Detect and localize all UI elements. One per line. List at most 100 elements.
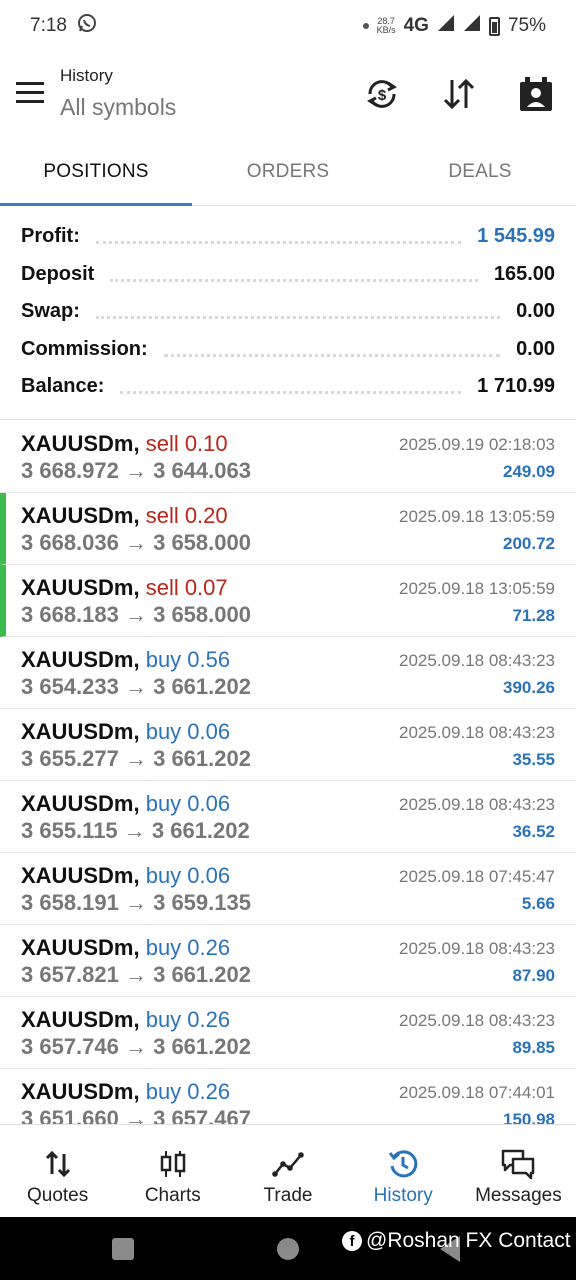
deal-prices: 3 668.183 → 3 658.000 bbox=[21, 602, 251, 627]
list-item[interactable]: XAUUSDm, buy 0.26 3 657.821 → 3 661.202 … bbox=[0, 925, 576, 997]
deal-side: sell 0.20 bbox=[145, 503, 228, 528]
signal-icon-2 bbox=[463, 14, 481, 38]
list-item[interactable]: XAUUSDm, buy 0.26 3 657.746 → 3 661.202 … bbox=[0, 997, 576, 1069]
deal-profit: 249.09 bbox=[503, 462, 555, 481]
home-button[interactable] bbox=[277, 1238, 299, 1260]
whatsapp-icon bbox=[77, 13, 97, 39]
status-bar: 7:18 28.7 KB/s 4G 75% bbox=[0, 0, 576, 52]
nav-messages[interactable]: Messages bbox=[461, 1125, 576, 1217]
tab-bar: POSITIONS ORDERS DEALS bbox=[0, 140, 576, 206]
calendar-person-icon[interactable] bbox=[516, 74, 556, 114]
deal-side: buy 0.06 bbox=[145, 791, 231, 816]
battery-icon bbox=[488, 16, 500, 36]
deal-time: 2025.09.18 07:44:01 bbox=[399, 1083, 555, 1102]
list-item[interactable]: XAUUSDm, buy 0.06 3 655.115 → 3 661.202 … bbox=[0, 781, 576, 853]
deal-time: 2025.09.18 08:43:23 bbox=[399, 651, 555, 670]
trade-icon bbox=[272, 1147, 304, 1181]
deal-prices: 3 658.191 → 3 659.135 bbox=[21, 890, 251, 915]
list-item[interactable]: XAUUSDm, sell 0.10 3 668.972 → 3 644.063… bbox=[0, 421, 576, 493]
list-item[interactable]: XAUUSDm, buy 0.26 3 651.660 → 3 657.467 … bbox=[0, 1069, 576, 1124]
deal-side: buy 0.26 bbox=[145, 935, 231, 960]
bottom-nav: Quotes Charts Trade History Messages bbox=[0, 1124, 576, 1217]
speed-unit: KB/s bbox=[376, 25, 396, 35]
summary-value: 1 545.99 bbox=[477, 225, 555, 248]
deal-side: buy 0.56 bbox=[145, 647, 231, 672]
nav-quotes[interactable]: Quotes bbox=[0, 1125, 115, 1217]
network-type: 4G bbox=[403, 15, 429, 36]
deal-side: buy 0.06 bbox=[145, 719, 231, 744]
signal-icon bbox=[437, 14, 455, 38]
menu-icon[interactable] bbox=[16, 82, 44, 104]
summary-row-balance: Balance: 1 710.99 bbox=[0, 368, 576, 406]
list-item[interactable]: XAUUSDm, buy 0.06 3 658.191 → 3 659.135 … bbox=[0, 853, 576, 925]
nav-trade[interactable]: Trade bbox=[230, 1125, 345, 1217]
deal-profit: 87.90 bbox=[512, 966, 555, 985]
watermark-text: @Roshan FX Contact bbox=[366, 1229, 571, 1252]
nav-label: Trade bbox=[263, 1185, 313, 1206]
facebook-icon: f bbox=[342, 1231, 362, 1251]
summary-value: 165.00 bbox=[493, 262, 555, 285]
deal-time: 2025.09.18 13:05:59 bbox=[399, 507, 555, 526]
deal-symbol: XAUUSDm, sell 0.07 bbox=[21, 575, 228, 600]
deal-symbol: XAUUSDm, buy 0.26 bbox=[21, 1007, 231, 1032]
deals-list: XAUUSDm, sell 0.10 3 668.972 → 3 644.063… bbox=[0, 421, 576, 1124]
dotted-leader bbox=[120, 391, 462, 395]
deal-prices: 3 668.972 → 3 644.063 bbox=[21, 458, 251, 483]
deal-side: sell 0.07 bbox=[145, 575, 228, 600]
deal-prices: 3 654.233 → 3 661.202 bbox=[21, 674, 251, 699]
currency-exchange-icon[interactable]: $ bbox=[362, 74, 402, 114]
quotes-icon bbox=[44, 1147, 72, 1181]
sort-icon[interactable] bbox=[439, 74, 479, 114]
deal-side: buy 0.26 bbox=[145, 1007, 231, 1032]
tab-deals[interactable]: DEALS bbox=[384, 140, 576, 205]
summary-label: Profit: bbox=[21, 225, 80, 248]
deal-time: 2025.09.19 02:18:03 bbox=[399, 435, 555, 454]
history-icon bbox=[387, 1147, 419, 1181]
messages-icon bbox=[500, 1147, 536, 1181]
charts-icon bbox=[159, 1147, 187, 1181]
summary-label: Balance: bbox=[21, 375, 105, 398]
deal-profit: 36.52 bbox=[512, 822, 555, 841]
summary-row-swap: Swap: 0.00 bbox=[0, 293, 576, 331]
deal-symbol: XAUUSDm, sell 0.20 bbox=[21, 503, 228, 528]
deal-prices: 3 657.821 → 3 661.202 bbox=[21, 962, 251, 987]
deal-time: 2025.09.18 08:43:23 bbox=[399, 723, 555, 742]
summary-panel: Profit: 1 545.99 Deposit 165.00 Swap: 0.… bbox=[0, 218, 576, 420]
deal-symbol: XAUUSDm, buy 0.06 bbox=[21, 719, 231, 744]
tab-orders[interactable]: ORDERS bbox=[192, 140, 384, 205]
summary-value: 0.00 bbox=[516, 337, 555, 360]
nav-charts[interactable]: Charts bbox=[115, 1125, 230, 1217]
deal-side: sell 0.10 bbox=[145, 431, 228, 456]
deal-profit: 71.28 bbox=[512, 606, 555, 625]
deal-symbol: XAUUSDm, buy 0.06 bbox=[21, 863, 231, 888]
header-title[interactable]: All symbols bbox=[60, 94, 176, 121]
deal-time: 2025.09.18 13:05:59 bbox=[399, 579, 555, 598]
deal-time: 2025.09.18 08:43:23 bbox=[399, 795, 555, 814]
list-item[interactable]: XAUUSDm, buy 0.06 3 655.277 → 3 661.202 … bbox=[0, 709, 576, 781]
deal-symbol: XAUUSDm, buy 0.26 bbox=[21, 1079, 231, 1104]
list-item[interactable]: XAUUSDm, sell 0.07 3 668.183 → 3 658.000… bbox=[0, 565, 576, 637]
deal-side: buy 0.06 bbox=[145, 863, 231, 888]
dotted-leader bbox=[163, 353, 501, 357]
deal-prices: 3 657.746 → 3 661.202 bbox=[21, 1034, 251, 1059]
deal-profit: 150.98 bbox=[503, 1110, 555, 1124]
status-left: 7:18 bbox=[30, 13, 97, 39]
summary-label: Swap: bbox=[21, 300, 80, 323]
header-subtitle: History bbox=[60, 66, 113, 85]
clock: 7:18 bbox=[30, 15, 67, 36]
system-nav-bar: f @Roshan FX Contact bbox=[0, 1217, 576, 1280]
watermark: f @Roshan FX Contact bbox=[342, 1229, 571, 1253]
list-item[interactable]: XAUUSDm, sell 0.20 3 668.036 → 3 658.000… bbox=[0, 493, 576, 565]
summary-row-profit: Profit: 1 545.99 bbox=[0, 218, 576, 256]
list-item[interactable]: XAUUSDm, buy 0.56 3 654.233 → 3 661.202 … bbox=[0, 637, 576, 709]
nav-history[interactable]: History bbox=[346, 1125, 461, 1217]
nav-label: Quotes bbox=[26, 1185, 89, 1206]
summary-value: 1 710.99 bbox=[477, 375, 555, 398]
deal-symbol: XAUUSDm, sell 0.10 bbox=[21, 431, 228, 456]
deal-profit: 5.66 bbox=[521, 894, 555, 913]
summary-value: 0.00 bbox=[516, 300, 555, 323]
recents-button[interactable] bbox=[112, 1238, 134, 1260]
deal-symbol: XAUUSDm, buy 0.06 bbox=[21, 791, 231, 816]
tab-positions[interactable]: POSITIONS bbox=[0, 140, 192, 206]
dotted-leader bbox=[110, 278, 478, 282]
